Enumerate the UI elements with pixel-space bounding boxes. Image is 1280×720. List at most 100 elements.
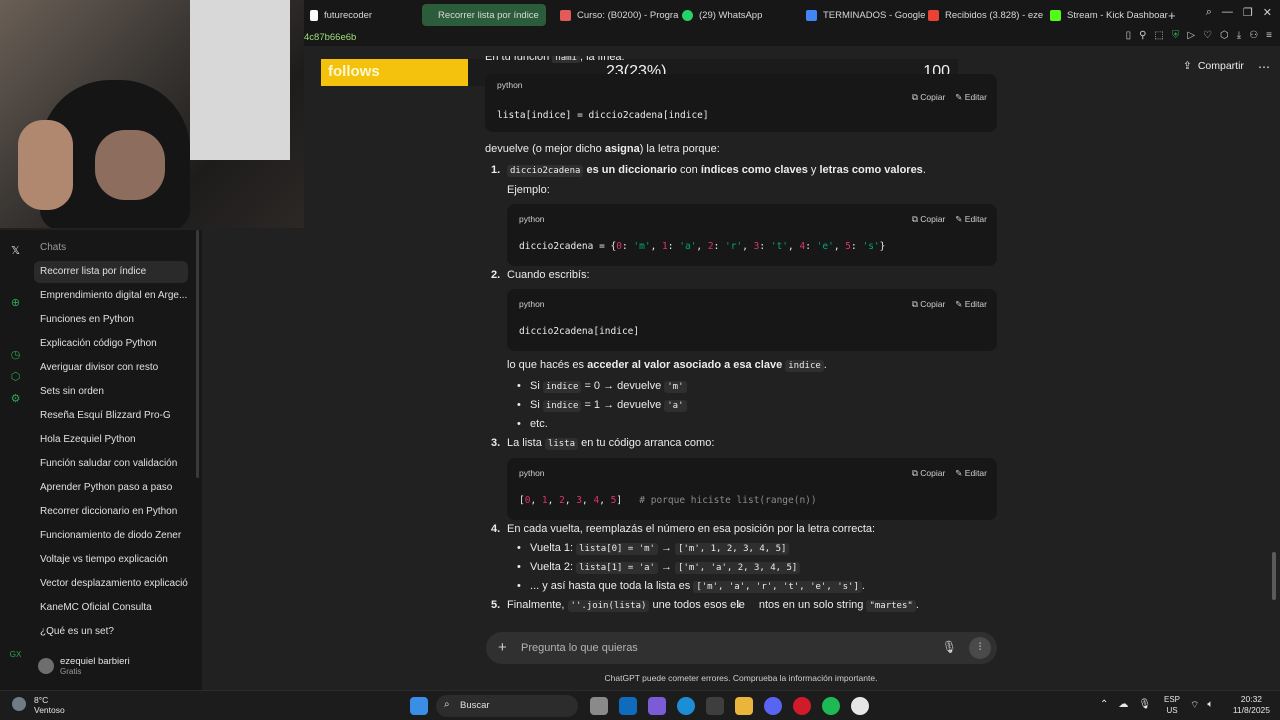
sidebar-chat-item[interactable]: Funciones en Python xyxy=(34,309,188,331)
sidebar-chat-item[interactable]: Hola Ezequiel Python xyxy=(34,429,188,451)
edit-button[interactable]: ✎ Editar xyxy=(955,299,987,310)
shield-icon[interactable]: ⛨ xyxy=(1172,30,1180,41)
history-icon[interactable]: ◷ xyxy=(9,348,22,361)
more-icon[interactable]: ⋯ xyxy=(1258,60,1270,74)
webcam-person-hand xyxy=(18,120,73,210)
wifi-icon[interactable]: ⌔ xyxy=(1190,699,1199,712)
heart-icon[interactable]: ♡ xyxy=(1203,30,1212,41)
tab-futurecoder[interactable]: futurecoder xyxy=(300,4,382,26)
opera-gx-icon[interactable] xyxy=(793,697,811,715)
code-token: , xyxy=(696,241,708,252)
main-scrollbar[interactable] xyxy=(1272,552,1276,600)
sidebar-chat-item[interactable]: Emprendimiento digital en Arge... xyxy=(34,285,188,307)
sidebar-chat-item[interactable]: Funcionamiento de diodo Zener xyxy=(34,525,188,547)
x-twitter-icon[interactable]: 𝕏 xyxy=(9,244,22,257)
copilot-icon[interactable] xyxy=(648,697,666,715)
weather-widget[interactable]: 8°C Ventoso xyxy=(34,695,65,715)
list-number-2: 2. xyxy=(491,269,501,281)
sidebar-chat-item[interactable]: Sets sin orden xyxy=(34,381,188,403)
taskbar: 8°C Ventoso ⌕ Buscar ⌃ ☁ 🎙︎ ESP US ⌔ 🔈︎ 20:… xyxy=(0,690,1280,720)
sidebar-chat-item[interactable]: Recorrer diccionario en Python xyxy=(34,501,188,523)
weather-icon xyxy=(12,697,26,711)
code-token: : xyxy=(713,241,726,252)
sidebar-scrollbar[interactable] xyxy=(196,230,199,478)
sidebar-chat-item[interactable]: Aprender Python paso a paso xyxy=(34,477,188,499)
tab-gmail[interactable]: Recibidos (3.828) - eze xyxy=(918,4,1053,26)
clock[interactable]: 20:32 11/8/2025 xyxy=(1233,694,1270,716)
code-token: : xyxy=(805,241,817,252)
pin-icon[interactable]: ⚲ xyxy=(1139,30,1146,41)
language-indicator[interactable]: ESP US xyxy=(1164,694,1180,716)
volume-icon[interactable]: 🔈︎ xyxy=(1207,699,1213,712)
code-actions: ⧉ Copiar ✎ Editar xyxy=(912,92,987,103)
store-icon[interactable] xyxy=(706,697,724,715)
sidebar-chat-item[interactable]: KaneMC Oficial Consulta xyxy=(34,597,188,619)
edit-button[interactable]: ✎ Editar xyxy=(955,468,987,479)
task-view-icon[interactable] xyxy=(590,697,608,715)
sidebar-chat-item[interactable]: Función saludar con validación xyxy=(34,453,188,475)
system-tray: ⌃ ☁ 🎙︎ xyxy=(1100,699,1151,710)
code-string: 'e' xyxy=(816,241,834,252)
scroll-down-icon[interactable]: ↓ xyxy=(736,596,742,610)
list-number-5: 5. xyxy=(491,599,501,611)
tab-terminados[interactable]: TERMINADOS - Google xyxy=(796,4,935,26)
edge-icon[interactable] xyxy=(677,697,695,715)
copy-button[interactable]: ⧉ Copiar xyxy=(912,92,945,103)
copy-button[interactable]: ⧉ Copiar xyxy=(912,299,945,310)
sidebar-chat-item[interactable]: Reseña Esquí Blizzard Pro-G xyxy=(34,405,188,427)
code-string: 't' xyxy=(770,241,789,252)
cloud-icon[interactable]: ☁ xyxy=(1118,699,1128,710)
maximize-icon[interactable]: ❐ xyxy=(1243,6,1253,19)
sidebar-chat-item[interactable]: Averiguar divisor con resto xyxy=(34,357,188,379)
edit-button[interactable]: ✎ Editar xyxy=(955,214,987,225)
start-icon[interactable] xyxy=(410,697,428,715)
bullet-2: • Si indice = 1 → devuelve 'a' xyxy=(517,399,687,412)
new-tab-button[interactable]: + xyxy=(1158,4,1186,26)
copy-button[interactable]: ⧉ Copiar xyxy=(912,468,945,479)
add-panel-icon[interactable]: ⊕ xyxy=(9,296,22,309)
tab-whatsapp[interactable]: (29) WhatsApp xyxy=(672,4,772,26)
share-button[interactable]: ⇪ Compartir xyxy=(1183,60,1244,72)
edit-button[interactable]: ✎ Editar xyxy=(955,92,987,103)
file-explorer-icon[interactable] xyxy=(735,697,753,715)
obs-icon[interactable] xyxy=(851,697,869,715)
tab-recorrer-lista[interactable]: Recorrer lista por índice xyxy=(422,4,546,26)
microphone-tray-icon[interactable]: 🎙︎ xyxy=(1138,699,1151,710)
minimize-icon[interactable]: — xyxy=(1222,6,1233,19)
code-actions: ⧉ Copiar ✎ Editar xyxy=(912,468,987,479)
outlook-icon[interactable] xyxy=(619,697,637,715)
taskbar-search[interactable]: ⌕ Buscar xyxy=(436,695,578,717)
play-icon[interactable]: ▷ xyxy=(1187,30,1195,41)
sidebar-chat-item[interactable]: Recorrer lista por índice xyxy=(34,261,188,283)
settings-icon[interactable]: ⚙ xyxy=(9,392,22,405)
download-icon[interactable]: ⤓ xyxy=(1237,30,1241,41)
copy-button[interactable]: ⧉ Copiar xyxy=(912,214,945,225)
spotify-icon[interactable] xyxy=(822,697,840,715)
code-block-1: python ⧉ Copiar ✎ Editar lista[indice] = … xyxy=(485,74,997,132)
close-icon[interactable]: ✕ xyxy=(1263,6,1272,19)
sidebar-chat-item[interactable]: Voltaje vs tiempo explicación xyxy=(34,549,188,571)
follow-label: follows xyxy=(328,63,380,80)
code-string: 'a' xyxy=(679,241,697,252)
search-tabs-icon[interactable]: ⌕ xyxy=(1206,6,1212,19)
code-token: : xyxy=(667,241,680,252)
screenshot-icon[interactable]: ⬚ xyxy=(1154,30,1163,41)
sidebar-chat-item[interactable]: ¿Qué es un set? xyxy=(34,621,188,643)
extensions-icon[interactable]: ⬡ xyxy=(1220,30,1229,41)
tab-curso[interactable]: Curso: (B0200) - Progra xyxy=(550,4,688,26)
sidebar-chat-item[interactable]: Vector desplazamiento explicación xyxy=(34,573,188,595)
microphone-icon[interactable]: 🎙︎ xyxy=(942,640,957,654)
profile-icon[interactable]: ⚇ xyxy=(1249,30,1258,41)
extensions-rail-icon[interactable]: ⬡ xyxy=(9,370,22,383)
add-attachment-icon[interactable]: + xyxy=(498,639,507,656)
voice-mode-icon[interactable]: ⫶ xyxy=(969,637,991,659)
code-lang: python xyxy=(497,80,523,90)
sidebar-chat-item[interactable]: Explicación código Python xyxy=(34,333,188,355)
chevron-up-icon[interactable]: ⌃ xyxy=(1100,699,1108,710)
sidebar-toggle-icon[interactable]: ▯ xyxy=(1126,30,1132,41)
code-block-4: python ⧉ Copiar ✎ Editar [0, 1, 2, 3, 4, … xyxy=(507,458,997,520)
menu-icon[interactable]: ≡ xyxy=(1266,30,1272,41)
share-label: Compartir xyxy=(1197,60,1244,72)
prompt-input[interactable]: Pregunta lo que quieras xyxy=(521,642,638,654)
discord-icon[interactable] xyxy=(764,697,782,715)
